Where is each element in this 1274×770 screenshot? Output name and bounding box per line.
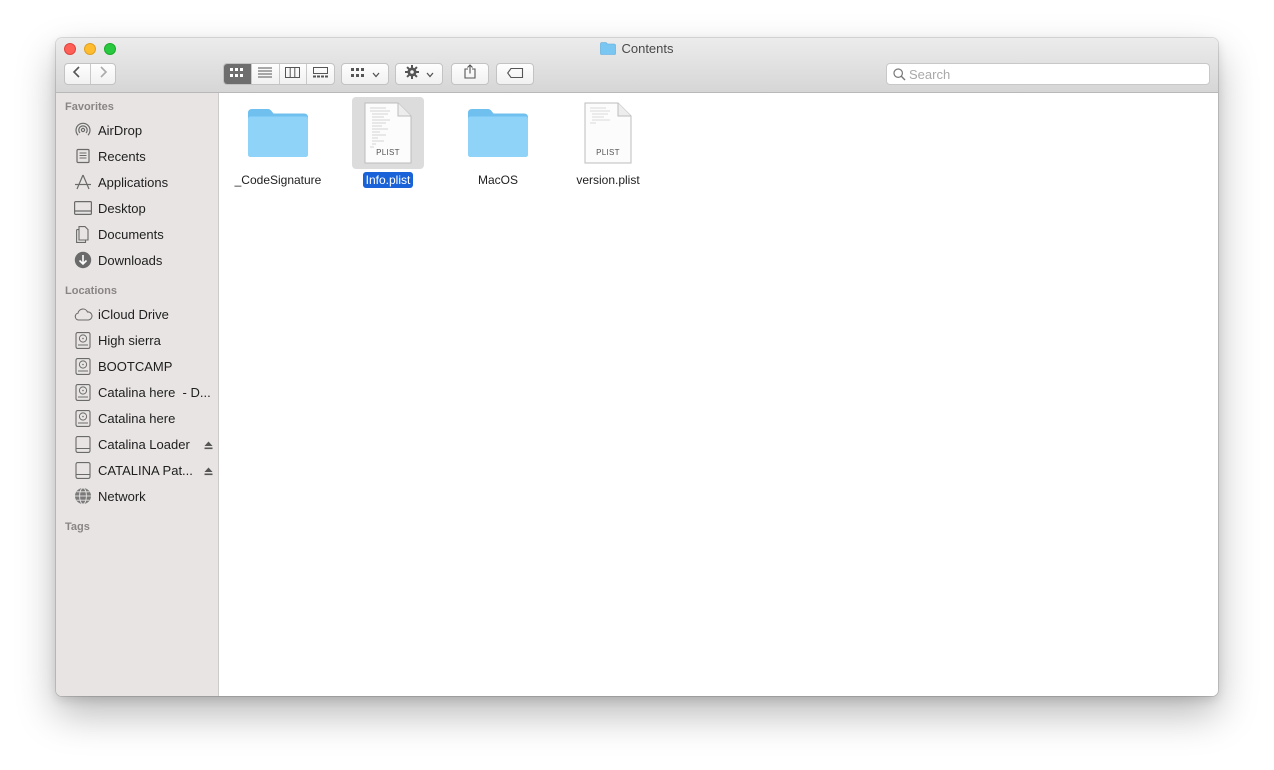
disk-icon	[73, 383, 93, 401]
action-button[interactable]	[395, 63, 443, 85]
sidebar-item-catalina-here[interactable]: Catalina here	[56, 406, 219, 430]
tag-icon	[506, 65, 524, 83]
locations-heading: Locations	[65, 285, 117, 297]
folder-icon	[462, 97, 534, 169]
sidebar: Favorites AirDrop Recents Applications D…	[56, 93, 219, 696]
column-view-icon	[285, 65, 301, 83]
titlebar: Contents	[56, 38, 1218, 93]
sidebar-item-applications[interactable]: Applications	[56, 170, 219, 194]
sidebar-item-airdrop[interactable]: AirDrop	[56, 118, 219, 142]
search-icon	[893, 68, 906, 86]
file-item[interactable]: PLIST version.plist	[553, 97, 663, 189]
sidebar-item-network[interactable]: Network	[56, 484, 219, 508]
folder-icon	[600, 42, 617, 59]
icon-view-icon	[230, 65, 244, 83]
sidebar-item-recents[interactable]: Recents	[56, 144, 219, 168]
airdrop-icon	[73, 121, 93, 139]
sidebar-item-label: Applications	[98, 174, 169, 190]
sidebar-item-catalina-here-data[interactable]: Catalina here - D...	[56, 380, 219, 404]
sidebar-item-icloud-drive[interactable]: iCloud Drive	[56, 302, 219, 326]
plist-file-icon	[572, 97, 644, 169]
view-switcher	[223, 63, 335, 85]
chevron-down-icon	[426, 65, 434, 83]
forward-button[interactable]	[89, 64, 116, 84]
sidebar-item-label: Catalina here - D...	[98, 384, 211, 400]
external-disk-icon	[73, 435, 93, 453]
tags-heading: Tags	[65, 521, 90, 533]
chevron-right-icon	[98, 65, 108, 83]
network-icon	[73, 487, 93, 505]
share-icon	[464, 64, 476, 84]
search-input[interactable]	[909, 66, 1199, 82]
back-button[interactable]	[65, 64, 90, 84]
sidebar-item-desktop[interactable]: Desktop	[56, 196, 219, 220]
sidebar-item-label: BOOTCAMP	[98, 358, 173, 374]
chevron-down-icon	[372, 65, 380, 83]
file-type-badge: PLIST	[596, 148, 620, 157]
sidebar-item-high-sierra[interactable]: High sierra	[56, 328, 219, 352]
share-button[interactable]	[451, 63, 489, 85]
file-name: Info.plist	[362, 172, 414, 188]
eject-icon[interactable]	[204, 438, 213, 453]
applications-icon	[73, 173, 93, 191]
sidebar-item-catalina-loader[interactable]: Catalina Loader	[56, 432, 219, 456]
desktop-icon	[73, 199, 93, 217]
navigation-buttons	[64, 63, 116, 85]
recents-icon	[73, 147, 93, 165]
sidebar-item-documents[interactable]: Documents	[56, 222, 219, 246]
column-view-button[interactable]	[278, 64, 307, 84]
chevron-left-icon	[72, 65, 82, 83]
gallery-view-icon	[313, 65, 329, 83]
file-item[interactable]: MacOS	[443, 97, 553, 189]
icon-view-button[interactable]	[224, 64, 251, 84]
sidebar-item-label: AirDrop	[98, 122, 143, 138]
search-field[interactable]	[886, 63, 1210, 85]
disk-icon	[73, 331, 93, 349]
external-disk-icon	[73, 461, 93, 479]
gallery-view-button[interactable]	[306, 64, 334, 84]
sidebar-item-catalina-patcher[interactable]: CATALINA Pat...	[56, 458, 219, 482]
sidebar-item-downloads[interactable]: Downloads	[56, 248, 219, 272]
sidebar-item-bootcamp[interactable]: BOOTCAMP	[56, 354, 219, 378]
window-title-text: Contents	[621, 41, 674, 56]
plist-file-icon	[352, 97, 424, 169]
gear-icon	[404, 64, 419, 84]
sidebar-item-label: Catalina Loader	[98, 436, 190, 452]
disk-icon	[73, 357, 93, 375]
list-view-button[interactable]	[250, 64, 279, 84]
sidebar-item-label: CATALINA Pat...	[98, 462, 193, 478]
sidebar-item-label: Network	[98, 488, 146, 504]
eject-icon[interactable]	[204, 464, 213, 479]
favorites-heading: Favorites	[65, 101, 114, 113]
sidebar-item-label: Catalina here	[98, 410, 176, 426]
file-browser[interactable]: _CodeSignature PLIST Info.plist MacOS PL…	[219, 93, 1218, 696]
file-name: MacOS	[477, 173, 518, 187]
finder-window: Contents Search Favorites AirDrop Recent…	[56, 38, 1218, 696]
sidebar-item-label: Documents	[98, 226, 164, 242]
disk-icon	[73, 409, 93, 427]
documents-icon	[73, 225, 93, 243]
folder-icon	[242, 97, 314, 169]
window-title: Contents	[56, 41, 1218, 59]
file-item[interactable]: PLIST Info.plist	[333, 97, 443, 189]
group-icon	[350, 65, 365, 83]
sidebar-item-label: Recents	[98, 148, 146, 164]
sidebar-item-label: Desktop	[98, 200, 146, 216]
file-type-badge: PLIST	[376, 148, 400, 157]
downloads-icon	[73, 251, 93, 269]
sidebar-item-label: iCloud Drive	[98, 306, 169, 322]
file-name: version.plist	[576, 173, 640, 187]
file-name: _CodeSignature	[234, 173, 322, 187]
tag-button[interactable]	[496, 63, 534, 85]
file-item[interactable]: _CodeSignature	[223, 97, 333, 189]
group-button[interactable]	[341, 63, 389, 85]
sidebar-item-label: High sierra	[98, 332, 161, 348]
list-view-icon	[258, 65, 273, 83]
icloud-icon	[73, 305, 93, 323]
sidebar-item-label: Downloads	[98, 252, 163, 268]
